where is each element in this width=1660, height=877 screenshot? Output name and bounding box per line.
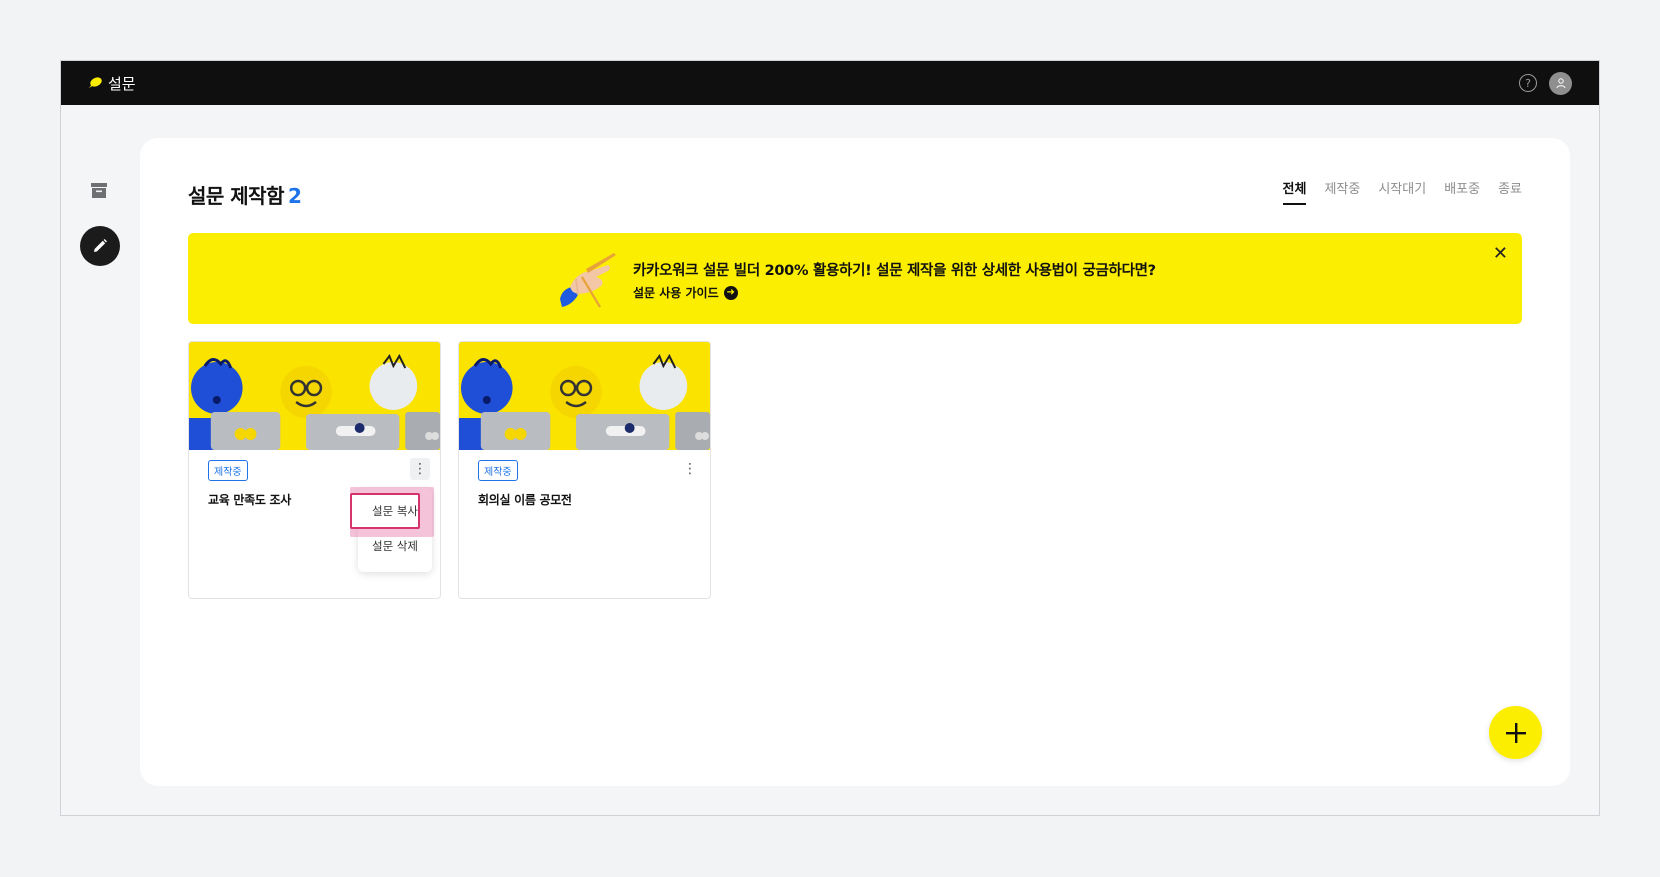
question-circle-icon[interactable]: ? — [1519, 74, 1537, 92]
tab-in-progress[interactable]: 제작중 — [1324, 178, 1360, 205]
survey-card[interactable]: 제작중 교육 만족도 조사 ⋮ 설문 복사 설문 삭제 — [188, 341, 441, 599]
app-name: 설문 — [108, 74, 136, 93]
tab-all[interactable]: 전체 — [1282, 178, 1307, 205]
guide-link[interactable]: 설문 사용 가이드 ➜ — [633, 284, 738, 301]
tab-distributing[interactable]: 배포중 — [1444, 178, 1480, 205]
top-bar: 설문 ? — [61, 61, 1599, 105]
context-menu: 설문 복사 설문 삭제 — [350, 487, 434, 572]
pencil-icon[interactable] — [80, 226, 120, 266]
menu-item-delete-survey[interactable]: 설문 삭제 — [358, 534, 432, 558]
tab-scheduled[interactable]: 시작대기 — [1378, 178, 1426, 205]
plus-icon[interactable] — [1489, 706, 1542, 759]
app-logo-icon — [89, 77, 102, 88]
guide-link-label: 설문 사용 가이드 — [633, 286, 719, 300]
close-icon[interactable]: ✕ — [1493, 243, 1508, 264]
more-options-icon[interactable]: ⋮ — [410, 458, 430, 480]
card-thumbnail — [189, 342, 440, 450]
card-title: 회의실 이름 공모전 — [478, 493, 572, 507]
card-title: 교육 만족도 조사 — [208, 493, 291, 507]
banner-message: 카카오워크 설문 빌더 200% 활용하기! 설문 제작을 위한 상세한 사용법… — [633, 263, 1156, 279]
archive-box-icon[interactable] — [91, 183, 107, 198]
hand-pencil-illustration — [560, 253, 616, 308]
brand[interactable]: 설문 — [88, 73, 136, 94]
more-options-icon[interactable]: ⋮ — [680, 458, 700, 480]
person-icon — [1556, 78, 1565, 89]
plus-glyph-icon — [1505, 722, 1526, 743]
guide-banner: 카카오워크 설문 빌더 200% 활용하기! 설문 제작을 위한 상세한 사용법… — [188, 233, 1522, 324]
user-avatar-icon[interactable] — [1549, 71, 1572, 95]
arrow-right-circle-icon: ➜ — [723, 285, 738, 300]
page-title: 설문 제작함 2 — [188, 180, 302, 209]
app-window: 설문 ? 설문 제작함 2 전체 제작중 시작대기 배포중 종료 카카오워크 설… — [60, 60, 1600, 816]
survey-card[interactable]: 제작중 회의실 이름 공모전 ⋮ — [458, 341, 711, 599]
top-bar-actions: ? — [1519, 71, 1572, 95]
card-thumbnail — [459, 342, 710, 450]
page-title-text: 설문 제작함 — [188, 184, 284, 208]
pencil-glyph-icon — [94, 239, 107, 252]
status-badge: 제작중 — [478, 460, 518, 481]
survey-count: 2 — [287, 184, 302, 208]
main-panel: 설문 제작함 2 전체 제작중 시작대기 배포중 종료 카카오워크 설문 빌더 2… — [140, 138, 1570, 786]
status-badge: 제작중 — [208, 460, 248, 481]
status-tabs: 전체 제작중 시작대기 배포중 종료 — [1282, 178, 1522, 205]
tab-ended[interactable]: 종료 — [1498, 178, 1522, 205]
menu-item-copy-survey[interactable]: 설문 복사 — [358, 494, 432, 528]
